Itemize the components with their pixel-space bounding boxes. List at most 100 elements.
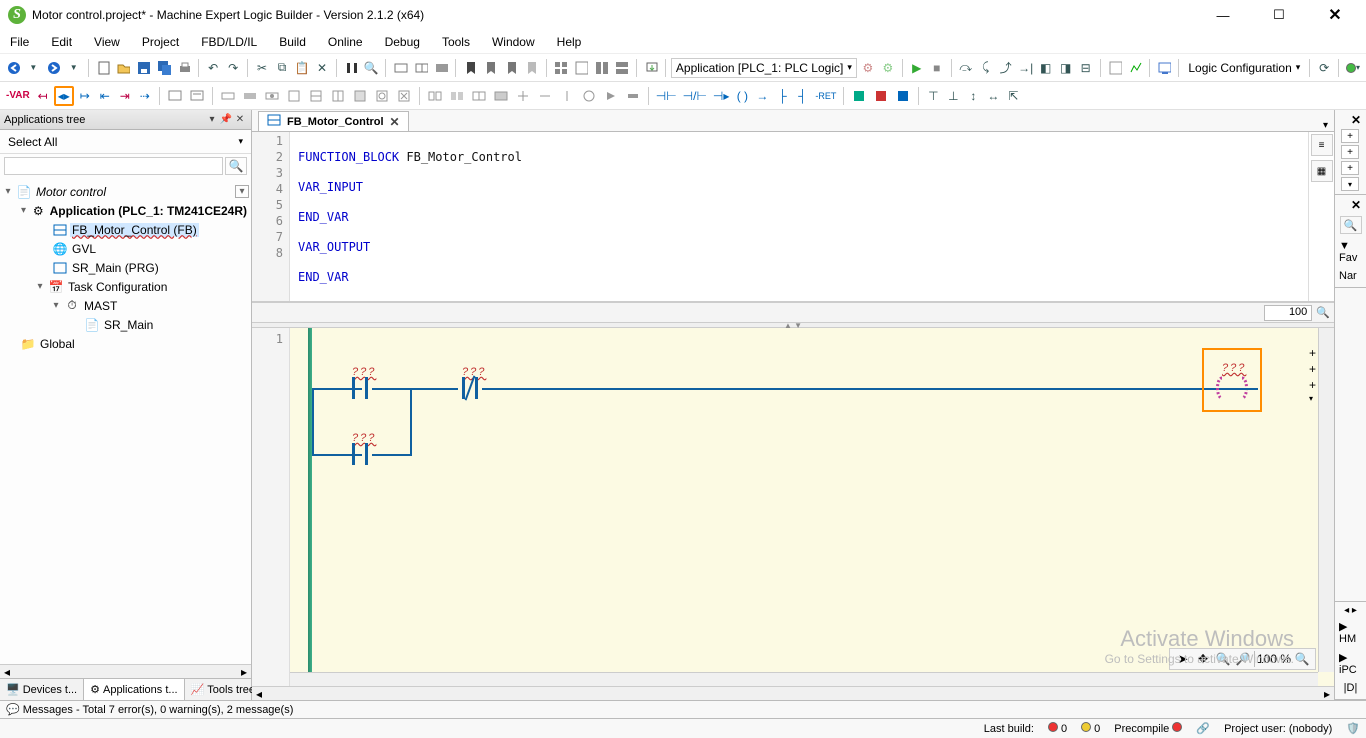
grid4-icon[interactable]	[612, 58, 630, 78]
ld-box5-icon[interactable]	[372, 86, 392, 106]
ld-conn-f-icon[interactable]	[623, 86, 643, 106]
bookmark-clear-icon[interactable]	[522, 58, 540, 78]
find-icon[interactable]	[342, 58, 360, 78]
tree-sr[interactable]: SR_Main (PRG)	[70, 261, 161, 275]
right-close-2-icon[interactable]: ✕	[1337, 198, 1364, 212]
ld-branch2-icon[interactable]: ┤	[793, 86, 811, 106]
minimize-button[interactable]: —	[1204, 5, 1242, 25]
open-icon[interactable]	[114, 58, 132, 78]
stepin-icon[interactable]: ⤹	[977, 58, 995, 78]
ladder-insert-drop-icon[interactable]: ▾	[1309, 394, 1316, 403]
tabs-dropdown-icon[interactable]: ▾	[1317, 120, 1334, 131]
ld-nav1-icon[interactable]: ↤	[34, 86, 52, 106]
tab-applications[interactable]: ⚙ Applications t...	[84, 679, 184, 700]
ladder-insert-mid-icon[interactable]: +	[1309, 362, 1316, 376]
panel-dropdown-icon[interactable]: ▾	[205, 113, 219, 127]
ld-nav3-icon[interactable]: ↦	[76, 86, 94, 106]
cut-icon[interactable]: ✂	[253, 58, 271, 78]
paste-icon[interactable]: 📋	[293, 58, 311, 78]
new-icon[interactable]	[94, 58, 112, 78]
tree-mast[interactable]: MAST	[82, 299, 119, 313]
decl-view-text-icon[interactable]: ≡	[1311, 134, 1333, 156]
tree-taskcfg[interactable]: Task Configuration	[66, 280, 169, 294]
menu-online[interactable]: Online	[328, 35, 363, 49]
right-ipc-label[interactable]: ▶ iPC	[1337, 649, 1364, 678]
ld-link-d-icon[interactable]	[491, 86, 511, 106]
tree-fb[interactable]: FB_Motor_Control (FB)	[70, 223, 199, 237]
tree-search-input[interactable]	[4, 157, 223, 175]
declaration-editor[interactable]: 12345678 FUNCTION_BLOCK FB_Motor_Control…	[252, 132, 1334, 302]
ld-coil-icon[interactable]: ( )	[733, 86, 751, 106]
tree-search-icon[interactable]: 🔍	[225, 157, 247, 175]
ld-conn-b-icon[interactable]	[535, 86, 555, 106]
panel-pin-icon[interactable]: 📌	[219, 113, 233, 127]
ld-branch-icon[interactable]: ├	[773, 86, 791, 106]
right-hm-label[interactable]: ▶ HM	[1337, 618, 1364, 647]
ld-align-a-icon[interactable]: ⊤	[924, 86, 942, 106]
ld-box4-icon[interactable]	[350, 86, 370, 106]
ld-nav6-icon[interactable]: ⇢	[136, 86, 154, 106]
zoomout-icon[interactable]: 🔎	[1234, 650, 1252, 668]
menu-file[interactable]: File	[10, 35, 29, 49]
ld-conn-a-icon[interactable]	[513, 86, 533, 106]
ld-contact-icon[interactable]: ⊣⊢	[654, 86, 679, 106]
menu-edit[interactable]: Edit	[51, 35, 72, 49]
code-body[interactable]: FUNCTION_BLOCK FB_Motor_Control VAR_INPU…	[290, 132, 1308, 301]
tree-root[interactable]: Motor control	[34, 185, 108, 199]
right-plus-3-icon[interactable]: +	[1341, 161, 1359, 175]
ld-net2-icon[interactable]	[240, 86, 260, 106]
right-nar-label[interactable]: Nar	[1337, 268, 1364, 284]
menu-debug[interactable]: Debug	[385, 35, 420, 49]
tree-app[interactable]: Application (PLC_1: TM241CE24R)	[48, 204, 249, 218]
undo-icon[interactable]: ↶	[204, 58, 222, 78]
status-led-icon[interactable]: ▾	[1344, 58, 1362, 78]
bp2-icon[interactable]: ◨	[1057, 58, 1075, 78]
tree-hscroll[interactable]: ◂▸	[0, 664, 251, 678]
center-hscroll[interactable]: ◂▸	[252, 686, 1334, 700]
right-close-1-icon[interactable]: ✕	[1337, 113, 1364, 127]
menu-project[interactable]: Project	[142, 35, 179, 49]
grid2-icon[interactable]	[572, 58, 590, 78]
ladder-insert-top-icon[interactable]: +	[1309, 346, 1316, 360]
bookmark-icon[interactable]	[461, 58, 479, 78]
menu-fbdldil[interactable]: FBD/LD/IL	[201, 35, 257, 49]
ld-view-a-icon[interactable]	[849, 86, 869, 106]
tab-devices[interactable]: 🖥️ Devices t...	[0, 679, 84, 700]
ld-conn-e-icon[interactable]	[601, 86, 621, 106]
tab-tools[interactable]: 📈 Tools tree	[185, 679, 262, 700]
zoom-fit-icon[interactable]: 🔍	[1293, 650, 1311, 668]
ld-nav4-icon[interactable]: ⇤	[96, 86, 114, 106]
close-button[interactable]: ✕	[1316, 5, 1354, 25]
bookmark-next-icon[interactable]	[481, 58, 499, 78]
ld-contact-p-icon[interactable]: ⊣▸	[711, 86, 731, 106]
trace-b-icon[interactable]	[1126, 58, 1144, 78]
ld-box1-icon[interactable]	[284, 86, 304, 106]
tree-gvl[interactable]: GVL	[70, 242, 98, 256]
cursor-icon[interactable]: ➤	[1174, 650, 1192, 668]
coil-var[interactable]: ???	[1222, 362, 1246, 374]
ld-link-a-icon[interactable]	[425, 86, 445, 106]
ladder-hscroll[interactable]	[290, 672, 1318, 686]
connect-icon[interactable]: 🔗	[1196, 722, 1210, 735]
login-icon[interactable]: ⚙	[859, 58, 877, 78]
download-icon[interactable]	[642, 58, 660, 78]
maximize-button[interactable]: ☐	[1260, 5, 1298, 25]
ld-comment-a-icon[interactable]	[165, 86, 185, 106]
saveall-icon[interactable]	[155, 58, 173, 78]
ld-view-c-icon[interactable]	[893, 86, 913, 106]
contact-nc[interactable]	[458, 377, 482, 399]
zoomin-icon[interactable]: 🔍	[1214, 650, 1232, 668]
bookmark-prev-icon[interactable]	[502, 58, 520, 78]
right-fav-label[interactable]: ▼ Fav	[1337, 238, 1364, 266]
refresh-icon[interactable]: ⟳	[1315, 58, 1333, 78]
run-icon[interactable]: ▶	[908, 58, 926, 78]
ld-ret-icon[interactable]: -RET	[813, 86, 838, 106]
copy-icon[interactable]: ⧉	[273, 58, 291, 78]
select-all-drop[interactable]: Select All ▾	[4, 133, 247, 151]
tool-a-icon[interactable]	[391, 58, 409, 78]
bp3-icon[interactable]: ⊟	[1077, 58, 1095, 78]
ld-net3-icon[interactable]	[262, 86, 282, 106]
menu-view[interactable]: View	[94, 35, 120, 49]
ld-var-icon[interactable]: -VAR	[4, 86, 32, 106]
trace-a-icon[interactable]	[1106, 58, 1124, 78]
